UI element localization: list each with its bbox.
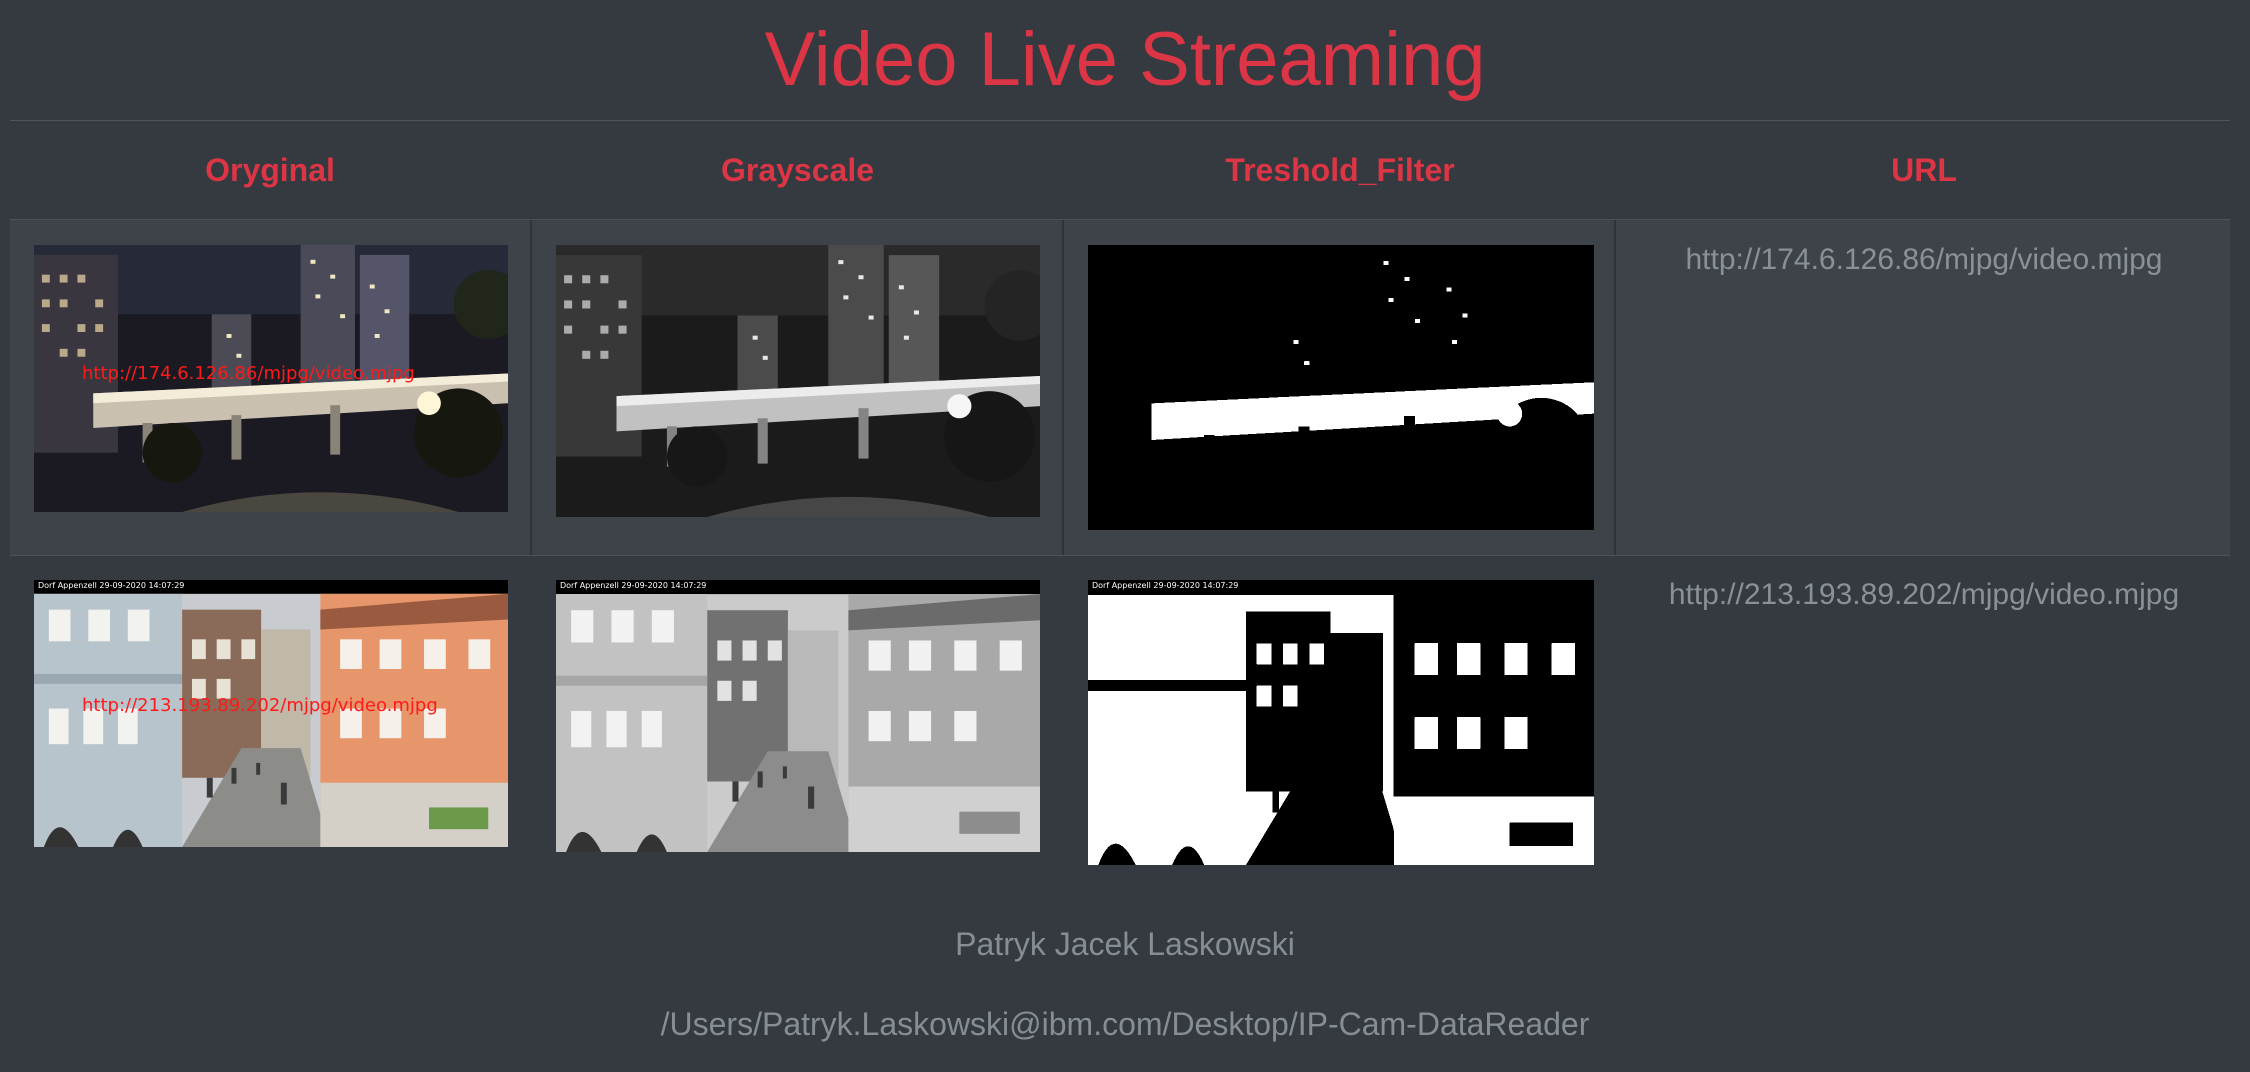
cell-divider — [1062, 220, 1064, 555]
header-threshold: Treshold_Filter — [1225, 152, 1455, 188]
row-divider — [10, 555, 2230, 556]
threshold-video-frame — [1088, 245, 1594, 530]
camera-timestamp: Dorf Appenzell 29-09-2020 14:07:29 — [560, 581, 707, 590]
header-original: Oryginal — [205, 152, 335, 188]
camera-timestamp: Dorf Appenzell 29-09-2020 14:07:29 — [38, 581, 185, 590]
cell-divider — [530, 220, 532, 555]
original-video-frame: http://174.6.126.86/mjpg/video.mjpg — [34, 245, 508, 512]
title-divider — [10, 120, 2230, 121]
page-title: Video Live Streaming — [764, 17, 1486, 102]
camera-timestamp: Dorf Appenzell 29-09-2020 14:07:29 — [1092, 581, 1239, 590]
project-path: /Users/Patryk.Laskowski@ibm.com/Desktop/… — [660, 1006, 1590, 1042]
stream-url: http://213.193.89.202/mjpg/video.mjpg — [1668, 578, 2180, 611]
author-name: Patryk Jacek Laskowski — [955, 926, 1295, 962]
stream-url: http://174.6.126.86/mjpg/video.mjpg — [1685, 243, 2163, 276]
grayscale-video-frame — [556, 245, 1040, 517]
original-video-frame: Dorf Appenzell 29-09-2020 14:07:29 http:… — [34, 580, 508, 847]
header-grayscale: Grayscale — [720, 152, 874, 188]
video-url-overlay: http://213.193.89.202/mjpg/video.mjpg — [82, 695, 438, 716]
header-url: URL — [1891, 152, 1957, 188]
video-url-overlay: http://174.6.126.86/mjpg/video.mjpg — [82, 363, 415, 384]
grayscale-video-frame: Dorf Appenzell 29-09-2020 14:07:29 — [556, 580, 1040, 852]
threshold-video-frame: Dorf Appenzell 29-09-2020 14:07:29 — [1088, 580, 1594, 865]
